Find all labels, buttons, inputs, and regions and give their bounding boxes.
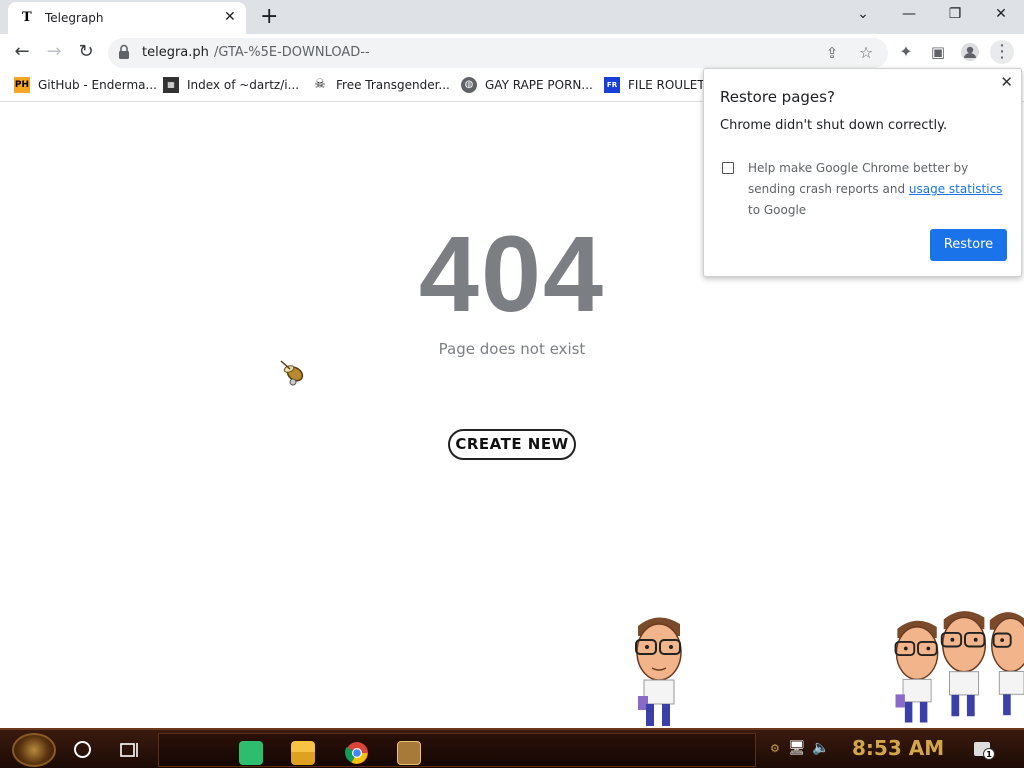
desktop-buddy-character (635, 617, 682, 726)
tab-telegraph[interactable]: T Telegraph ✕ (8, 2, 246, 34)
bookmark-item[interactable]: ☠ Free Transgender... (312, 77, 450, 97)
profile-avatar-icon[interactable] (958, 40, 982, 64)
tab-title: Telegraph (45, 11, 104, 25)
pinned-apps-bar (158, 733, 756, 767)
new-tab-button[interactable]: + (260, 4, 278, 29)
search-circle-icon[interactable] (74, 741, 91, 758)
tab-close-icon[interactable]: ✕ (224, 9, 236, 25)
bookmark-grid-icon: ▦ (163, 77, 179, 93)
taskbar: ⚙ 🖥 🔈 8:53 AM 1 (0, 728, 1024, 768)
bookmark-item[interactable]: FR FILE ROULET (604, 77, 705, 97)
browser-toolbar: ← → ↻ telegra.ph /GTA-%5E-DOWNLOAD-- ⇪ ☆… (0, 34, 1024, 72)
create-new-button[interactable]: CREATE NEW (448, 429, 576, 460)
volume-muted-icon[interactable]: 🔈 (812, 740, 829, 756)
address-bar[interactable]: telegra.ph /GTA-%5E-DOWNLOAD-- ⇪ ☆ (108, 38, 888, 68)
bookmark-item[interactable]: ▦ Index of ~dartz/i... (163, 77, 299, 97)
notification-count-badge: 1 (983, 748, 995, 760)
close-icon[interactable]: ✕ (986, 6, 1016, 28)
bookmark-skull-icon: ☠ (314, 77, 326, 92)
maximize-icon[interactable]: ❐ (940, 6, 970, 28)
url-path: /GTA-%5E-DOWNLOAD-- (214, 45, 370, 60)
bookmark-file-roulette-icon: FR (604, 77, 620, 93)
dialog-message: Chrome didn't shut down correctly. (720, 118, 948, 133)
restore-button[interactable]: Restore (930, 229, 1007, 261)
menu-kebab-icon[interactable]: ⋮ (990, 40, 1014, 64)
back-icon[interactable]: ← (10, 40, 34, 64)
bookmark-item[interactable]: ◍ GAY RAPE PORN... (461, 77, 593, 97)
notes-app-icon[interactable] (239, 741, 263, 765)
crash-report-label: Help make Google Chrome better by sendin… (748, 158, 1008, 221)
notification-center-icon[interactable]: 1 (974, 742, 995, 760)
bookmark-globe-icon: ◍ (461, 77, 477, 93)
task-view-icon[interactable] (120, 741, 140, 759)
lock-icon[interactable] (118, 44, 130, 60)
file-explorer-icon[interactable] (291, 741, 315, 765)
usage-statistics-link[interactable]: usage statistics (909, 182, 1003, 196)
tab-strip: T Telegraph ✕ + ⌄ — ❐ ✕ (0, 0, 1024, 34)
share-icon[interactable]: ⇪ (820, 41, 844, 65)
taskbar-clock[interactable]: 8:53 AM (852, 736, 944, 760)
bookmark-item[interactable]: PH GitHub - Enderma... (14, 77, 157, 97)
consent-text-end: to Google (748, 203, 807, 217)
url-host: telegra.ph (142, 45, 209, 60)
error-message: Page does not exist (438, 340, 586, 358)
tab-favicon-icon: T (22, 10, 32, 25)
minimize-icon[interactable]: — (894, 6, 924, 28)
dialog-title: Restore pages? (720, 88, 835, 106)
restore-pages-dialog: ✕ Restore pages? Chrome didn't shut down… (703, 68, 1022, 277)
desktop-buddy-character (989, 612, 1024, 716)
extensions-puzzle-icon[interactable]: ✦ (894, 40, 918, 64)
tray-overflow-icon[interactable]: ⚙ (770, 742, 780, 755)
bug-cursor-icon (280, 360, 304, 386)
game-app-icon[interactable] (397, 741, 421, 765)
side-panel-icon[interactable]: ▣ (926, 40, 950, 64)
forward-icon[interactable]: → (42, 40, 66, 64)
dialog-close-icon[interactable]: ✕ (1000, 73, 1013, 91)
bookmark-ph-icon: PH (14, 77, 30, 93)
network-icon[interactable]: 🖥 (788, 740, 806, 756)
tab-search-chevron-icon[interactable]: ⌄ (848, 6, 878, 28)
chrome-icon[interactable] (345, 741, 369, 765)
bookmark-star-icon[interactable]: ☆ (854, 41, 878, 65)
crash-report-checkbox[interactable] (722, 162, 734, 174)
reload-icon[interactable]: ↻ (74, 40, 98, 64)
start-button[interactable] (12, 733, 56, 767)
